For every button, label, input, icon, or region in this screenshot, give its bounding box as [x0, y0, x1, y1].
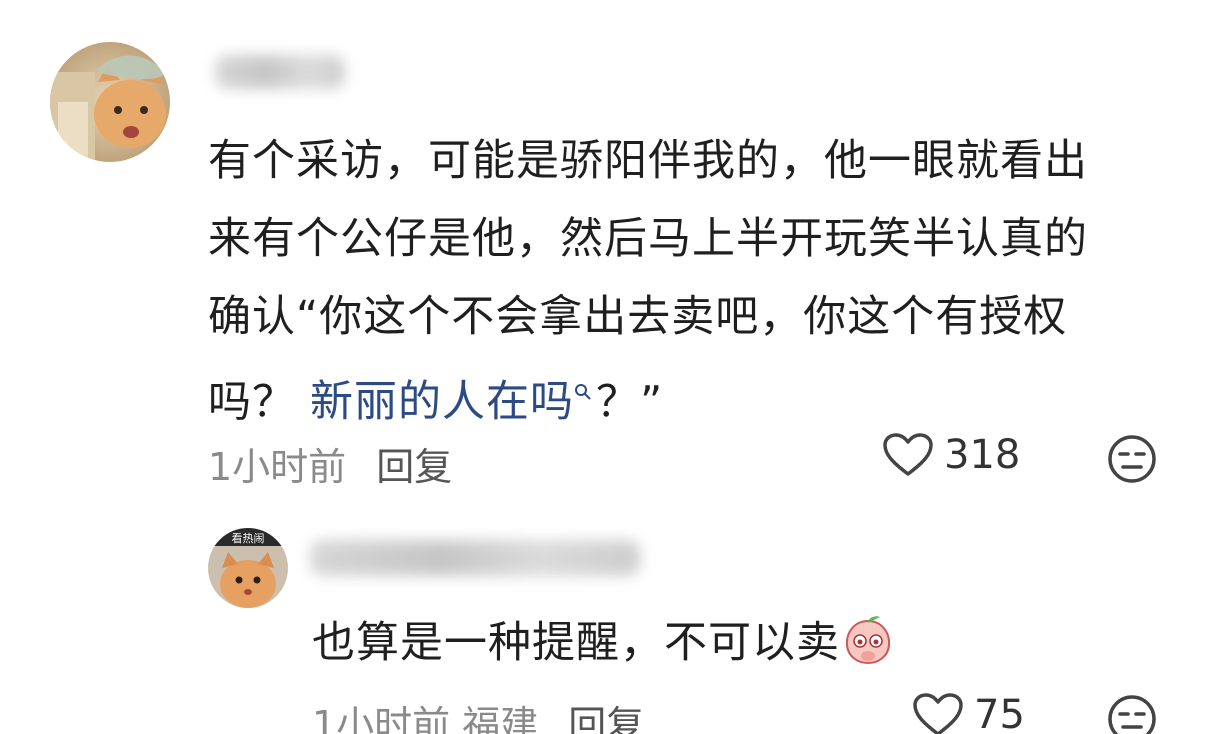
dislike-button[interactable]: [1107, 694, 1157, 734]
comment-line-last: 吗？ 新丽的人在吗 ？”: [208, 356, 1178, 441]
comment-line: 有个采访，可能是骄阳伴我的，他一眼就看出: [208, 136, 1088, 186]
search-icon: [574, 382, 592, 407]
timestamp: 1小时前: [208, 445, 347, 489]
sleepy-face-icon: [1108, 695, 1156, 734]
comment-item: 有个采访，可能是骄阳伴我的，他一眼就看出 来有个公仔是他，然后马上半开玩笑半认真…: [0, 0, 1206, 510]
like-button[interactable]: 75: [912, 692, 1025, 734]
heart-outline-icon: [883, 433, 933, 476]
comment-meta: 1小时前 福建 回复: [312, 694, 644, 734]
sleepy-face-icon: [1108, 435, 1156, 483]
comment-line: 确认“你这个不会拿出去卖吧，你这个有授权: [208, 292, 1068, 342]
peach-emoji-icon: [842, 612, 894, 690]
comment-text: 也算是一种提醒，不可以卖: [312, 604, 1012, 690]
avatar[interactable]: 看热闹: [208, 528, 288, 608]
like-count: 75: [974, 692, 1025, 734]
avatar[interactable]: [50, 42, 170, 162]
comment-line-text: 也算是一种提醒，不可以卖: [312, 618, 840, 668]
comment-line: 来有个公仔是他，然后马上半开玩笑半认真的: [208, 214, 1088, 264]
comment-text-prefix: 吗？: [208, 377, 296, 428]
comment-text-suffix: ？”: [596, 377, 664, 428]
heart-outline-icon: [913, 693, 963, 734]
like-count: 318: [944, 432, 1021, 478]
reply-button[interactable]: 回复: [376, 445, 452, 489]
like-button[interactable]: 318: [882, 432, 1020, 478]
topic-link[interactable]: 新丽的人在吗: [310, 377, 574, 427]
avatar-badge-text: 看热闹: [232, 531, 265, 545]
username-blurred[interactable]: [215, 55, 345, 89]
comment-text: 有个采访，可能是骄阳伴我的，他一眼就看出 来有个公仔是他，然后马上半开玩笑半认真…: [208, 122, 1178, 441]
dislike-button[interactable]: [1107, 434, 1157, 488]
reply-button[interactable]: 回复: [568, 703, 644, 734]
username-blurred[interactable]: [310, 540, 640, 576]
comment-meta: 1小时前 回复: [208, 436, 452, 491]
reply-comment-item: 看热闹 也算是一种提醒，不可以卖 1小时前 福建 回复 75: [0, 510, 1206, 734]
timestamp-location: 1小时前 福建: [312, 703, 539, 734]
comment-line: 也算是一种提醒，不可以卖: [312, 604, 1012, 690]
